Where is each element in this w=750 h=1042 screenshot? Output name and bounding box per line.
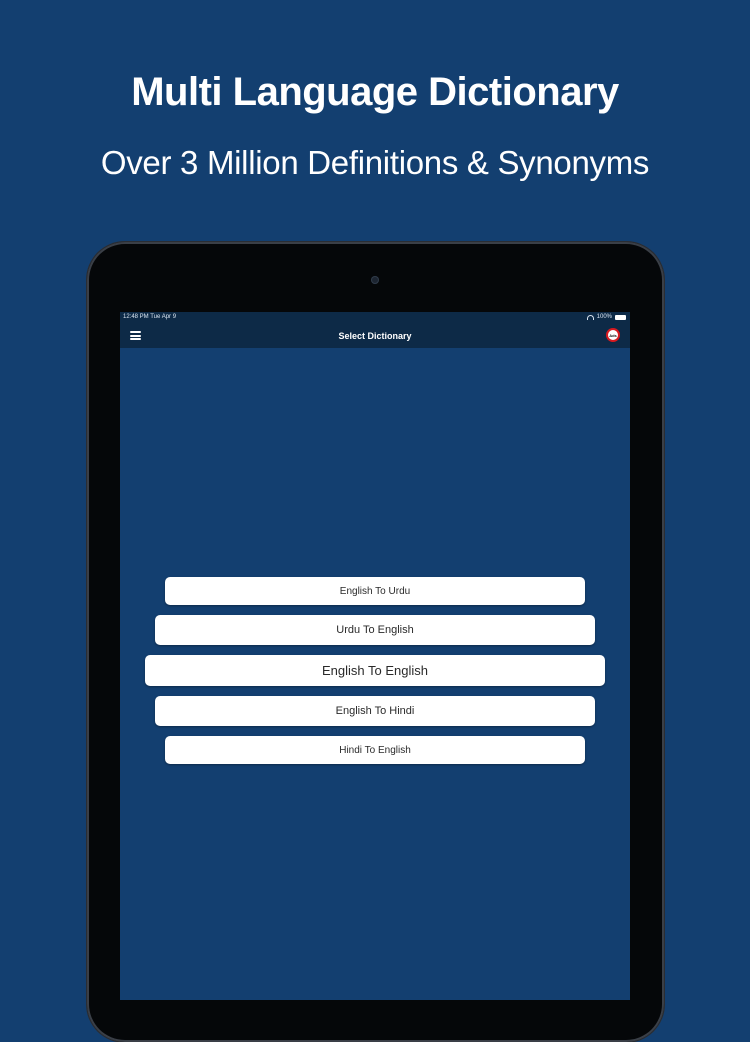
urdu-to-english-button[interactable]: Urdu To English xyxy=(155,615,595,645)
english-to-urdu-button[interactable]: English To Urdu xyxy=(165,577,585,605)
battery-icon xyxy=(615,314,626,320)
status-indicators: 100% xyxy=(586,314,626,320)
remove-ads-icon[interactable]: Ads xyxy=(606,328,620,342)
hindi-to-english-button[interactable]: Hindi To English xyxy=(165,736,585,764)
navigation-bar: 12:48 PM Tue Apr 9 100% Select Dictionar… xyxy=(120,312,630,348)
battery-percent: 100% xyxy=(596,314,612,320)
promo-subheadline: Over 3 Million Definitions & Synonyms xyxy=(100,144,650,181)
app-screen: 12:48 PM Tue Apr 9 100% Select Dictionar… xyxy=(120,312,630,1000)
camera-icon xyxy=(371,276,379,284)
promo-headline: Multi Language Dictionary xyxy=(131,70,619,114)
english-to-hindi-button[interactable]: English To Hindi xyxy=(155,696,595,726)
status-time: 12:48 PM Tue Apr 9 xyxy=(123,314,177,320)
nav-title: Select Dictionary xyxy=(338,331,412,341)
wifi-icon xyxy=(586,314,594,320)
english-to-english-button[interactable]: English To English xyxy=(145,655,605,686)
